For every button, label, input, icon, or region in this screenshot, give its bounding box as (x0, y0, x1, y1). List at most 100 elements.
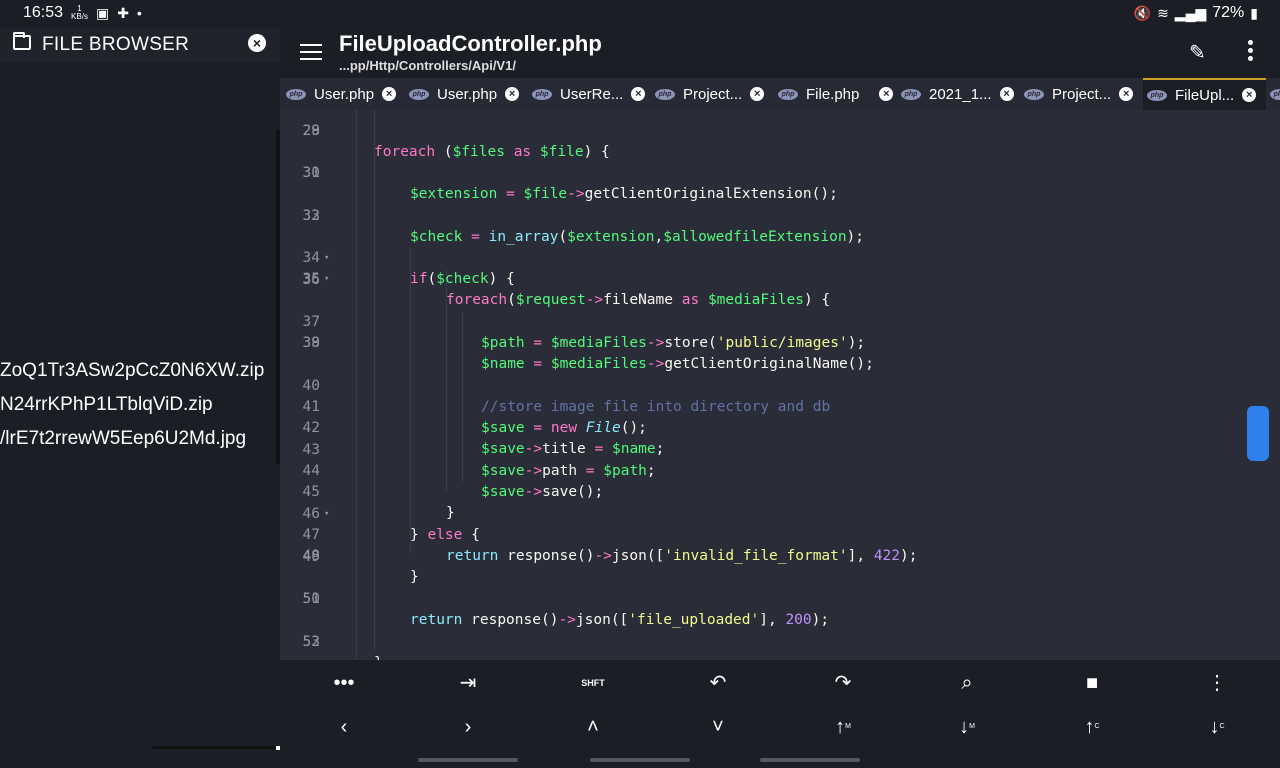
more-options-button[interactable]: ⋮ (1197, 668, 1237, 698)
code-line: 52 } (302, 634, 383, 671)
code-line: 31 (302, 165, 320, 181)
php-icon: php (901, 88, 921, 100)
file-path: ...pp/Http/Controllers/Api/V1/ (339, 58, 516, 73)
close-tab-icon[interactable]: × (750, 87, 765, 101)
close-file-browser-icon[interactable]: × (248, 34, 266, 52)
save-button[interactable]: ■ (1072, 668, 1112, 698)
dot-icon: • (136, 5, 142, 21)
file-title: FileUploadController.php (339, 31, 602, 56)
divider (152, 746, 277, 749)
php-icon: php (1270, 88, 1280, 100)
file-item[interactable]: N24rrKPhP1LTblqViD.zip (0, 392, 264, 426)
tab-user-re[interactable]: php UserRe... × (532, 78, 646, 110)
hamburger-menu-icon[interactable] (300, 44, 322, 60)
tab-file-upload-controller[interactable]: php FileUpl... × (1143, 78, 1266, 110)
mute-icon: 🔇 (1133, 4, 1152, 21)
image-icon: ▣ (95, 4, 110, 21)
tab-key-button[interactable]: ⇥ (448, 668, 488, 698)
puzzle-icon: ✚ (117, 4, 129, 21)
search-button[interactable]: ⌕ (947, 668, 987, 698)
tab-label: User.php (437, 85, 498, 103)
code-line: 42 $save->title = $name; (302, 420, 665, 457)
php-icon: php (778, 88, 798, 100)
php-icon: php (409, 88, 429, 100)
close-tab-icon[interactable]: × (1119, 87, 1134, 101)
file-item[interactable]: /lrE7t2rrewW5Eep6U2Md.jpg (0, 426, 264, 460)
tab-project-2[interactable]: php Project... × (1024, 78, 1134, 110)
code-line: 29 (302, 123, 320, 139)
code-line: 33 (302, 208, 320, 224)
code-line: 34 ▾ if($check) { (302, 250, 515, 287)
arrow-up-button[interactable]: ˄ (573, 712, 613, 742)
close-tab-icon[interactable]: × (1242, 88, 1257, 102)
code-line: 46 ▾ } else { (302, 506, 480, 543)
code-editor-app: FileUploadController.php ...pp/Http/Cont… (280, 28, 1280, 768)
shift-key-button[interactable]: SHFT (573, 668, 613, 698)
code-editor[interactable]: 28 foreach ($files as $file) { 29 30 $ex… (280, 110, 1280, 688)
php-icon: php (286, 88, 306, 100)
php-icon: php (655, 88, 675, 100)
battery-level: 72% (1212, 4, 1245, 21)
code-line: 44 $save->save(); (302, 463, 604, 500)
code-line: 41 $save = new File(); (302, 399, 647, 436)
tab-bar: php User.php × php User.php × php UserRe... × … (280, 78, 1280, 110)
undo-button[interactable]: ↶ (698, 668, 738, 698)
close-tab-icon[interactable]: × (505, 87, 520, 101)
arrow-left-button[interactable]: ‹ (324, 712, 364, 742)
tab-overflow[interactable]: php (1270, 78, 1280, 110)
toolbar: FileUploadController.php ...pp/Http/Cont… (280, 28, 1280, 78)
code-line: 39 (302, 335, 320, 351)
tab-label: File.php (806, 85, 860, 103)
tab-user-php[interactable]: php User.php × (286, 78, 397, 110)
clock: 16:53 (23, 4, 64, 21)
copy-line-up-button[interactable]: ↑C (1072, 712, 1112, 742)
tab-label: UserRe... (560, 85, 624, 103)
close-tab-icon[interactable]: × (999, 87, 1014, 101)
code-line: 35 ▾ foreach($request->fileName as $media… (302, 271, 831, 308)
code-line: 50 return response()->json(['file_upload… (302, 591, 830, 628)
arrow-right-button[interactable]: › (448, 712, 488, 742)
code-line: 49 (302, 549, 320, 565)
tab-label: Project... (1052, 85, 1112, 103)
signal-icon: ▂▄▆ (1174, 4, 1207, 21)
file-item[interactable]: ZoQ1Tr3ASw2pCcZ0N6XW.zip (0, 358, 264, 392)
code-line: 32 $check = in_array($extension,$allowed… (302, 208, 865, 245)
redo-button[interactable]: ↷ (823, 668, 863, 698)
code-line: 47 return response()->json(['invalid_fil… (302, 527, 918, 564)
move-line-up-button[interactable]: ↑M (823, 712, 863, 742)
arrow-down-button[interactable]: ˅ (698, 712, 738, 742)
tab-user-php-2[interactable]: php User.php × (409, 78, 520, 110)
tab-label: FileUpl... (1175, 86, 1235, 104)
close-tab-icon[interactable]: × (631, 87, 646, 101)
code-line: 37 $path = $mediaFiles->store('public/im… (302, 314, 866, 351)
close-tab-icon[interactable]: × (879, 87, 894, 101)
network-speed: 1 KB/s (71, 4, 88, 21)
code-line: 40 //store image file into directory and… (302, 378, 831, 415)
more-key-button[interactable]: ••• (324, 668, 364, 698)
wifi-icon: ≋ (1157, 4, 1169, 21)
tab-project[interactable]: php Project... × (655, 78, 765, 110)
php-icon: php (1024, 88, 1044, 100)
tab-file-php[interactable]: php File.php × (778, 78, 894, 110)
copy-line-down-button[interactable]: ↓C (1197, 712, 1237, 742)
tab-label: Project... (683, 85, 743, 103)
move-line-down-button[interactable]: ↓M (947, 712, 987, 742)
code-line: 48 } (302, 548, 419, 585)
extra-keys-bar: ••• ⇥ SHFT ↶ ↷ ⌕ ■ ⋮ ‹ › ˄ ˅ ↑M ↓M ↑C ↓C (280, 660, 1280, 768)
file-browser-panel: FILE BROWSER × ZoQ1Tr3ASw2pCcZ0N6XW.zip … (0, 28, 280, 768)
code-line: 38 $name = $mediaFiles->getClientOrigina… (302, 335, 874, 372)
editor-scrollbar-thumb[interactable] (1247, 406, 1269, 461)
system-nav-bar (418, 758, 518, 762)
overflow-menu-icon[interactable] (1242, 40, 1258, 64)
code-line: 45 } (302, 484, 455, 521)
tab-label: User.php (314, 85, 375, 103)
code-line: 43 $save->path = $path; (302, 442, 656, 479)
folder-icon (13, 32, 31, 50)
php-icon: php (532, 88, 552, 100)
tab-migration[interactable]: php 2021_1... × (901, 78, 1014, 110)
code-line: 53 (302, 634, 320, 650)
pencil-icon[interactable]: ✎ (1189, 40, 1211, 64)
battery-icon: ▮ (1250, 4, 1258, 21)
system-nav-bar (760, 758, 860, 762)
close-tab-icon[interactable]: × (382, 87, 397, 101)
